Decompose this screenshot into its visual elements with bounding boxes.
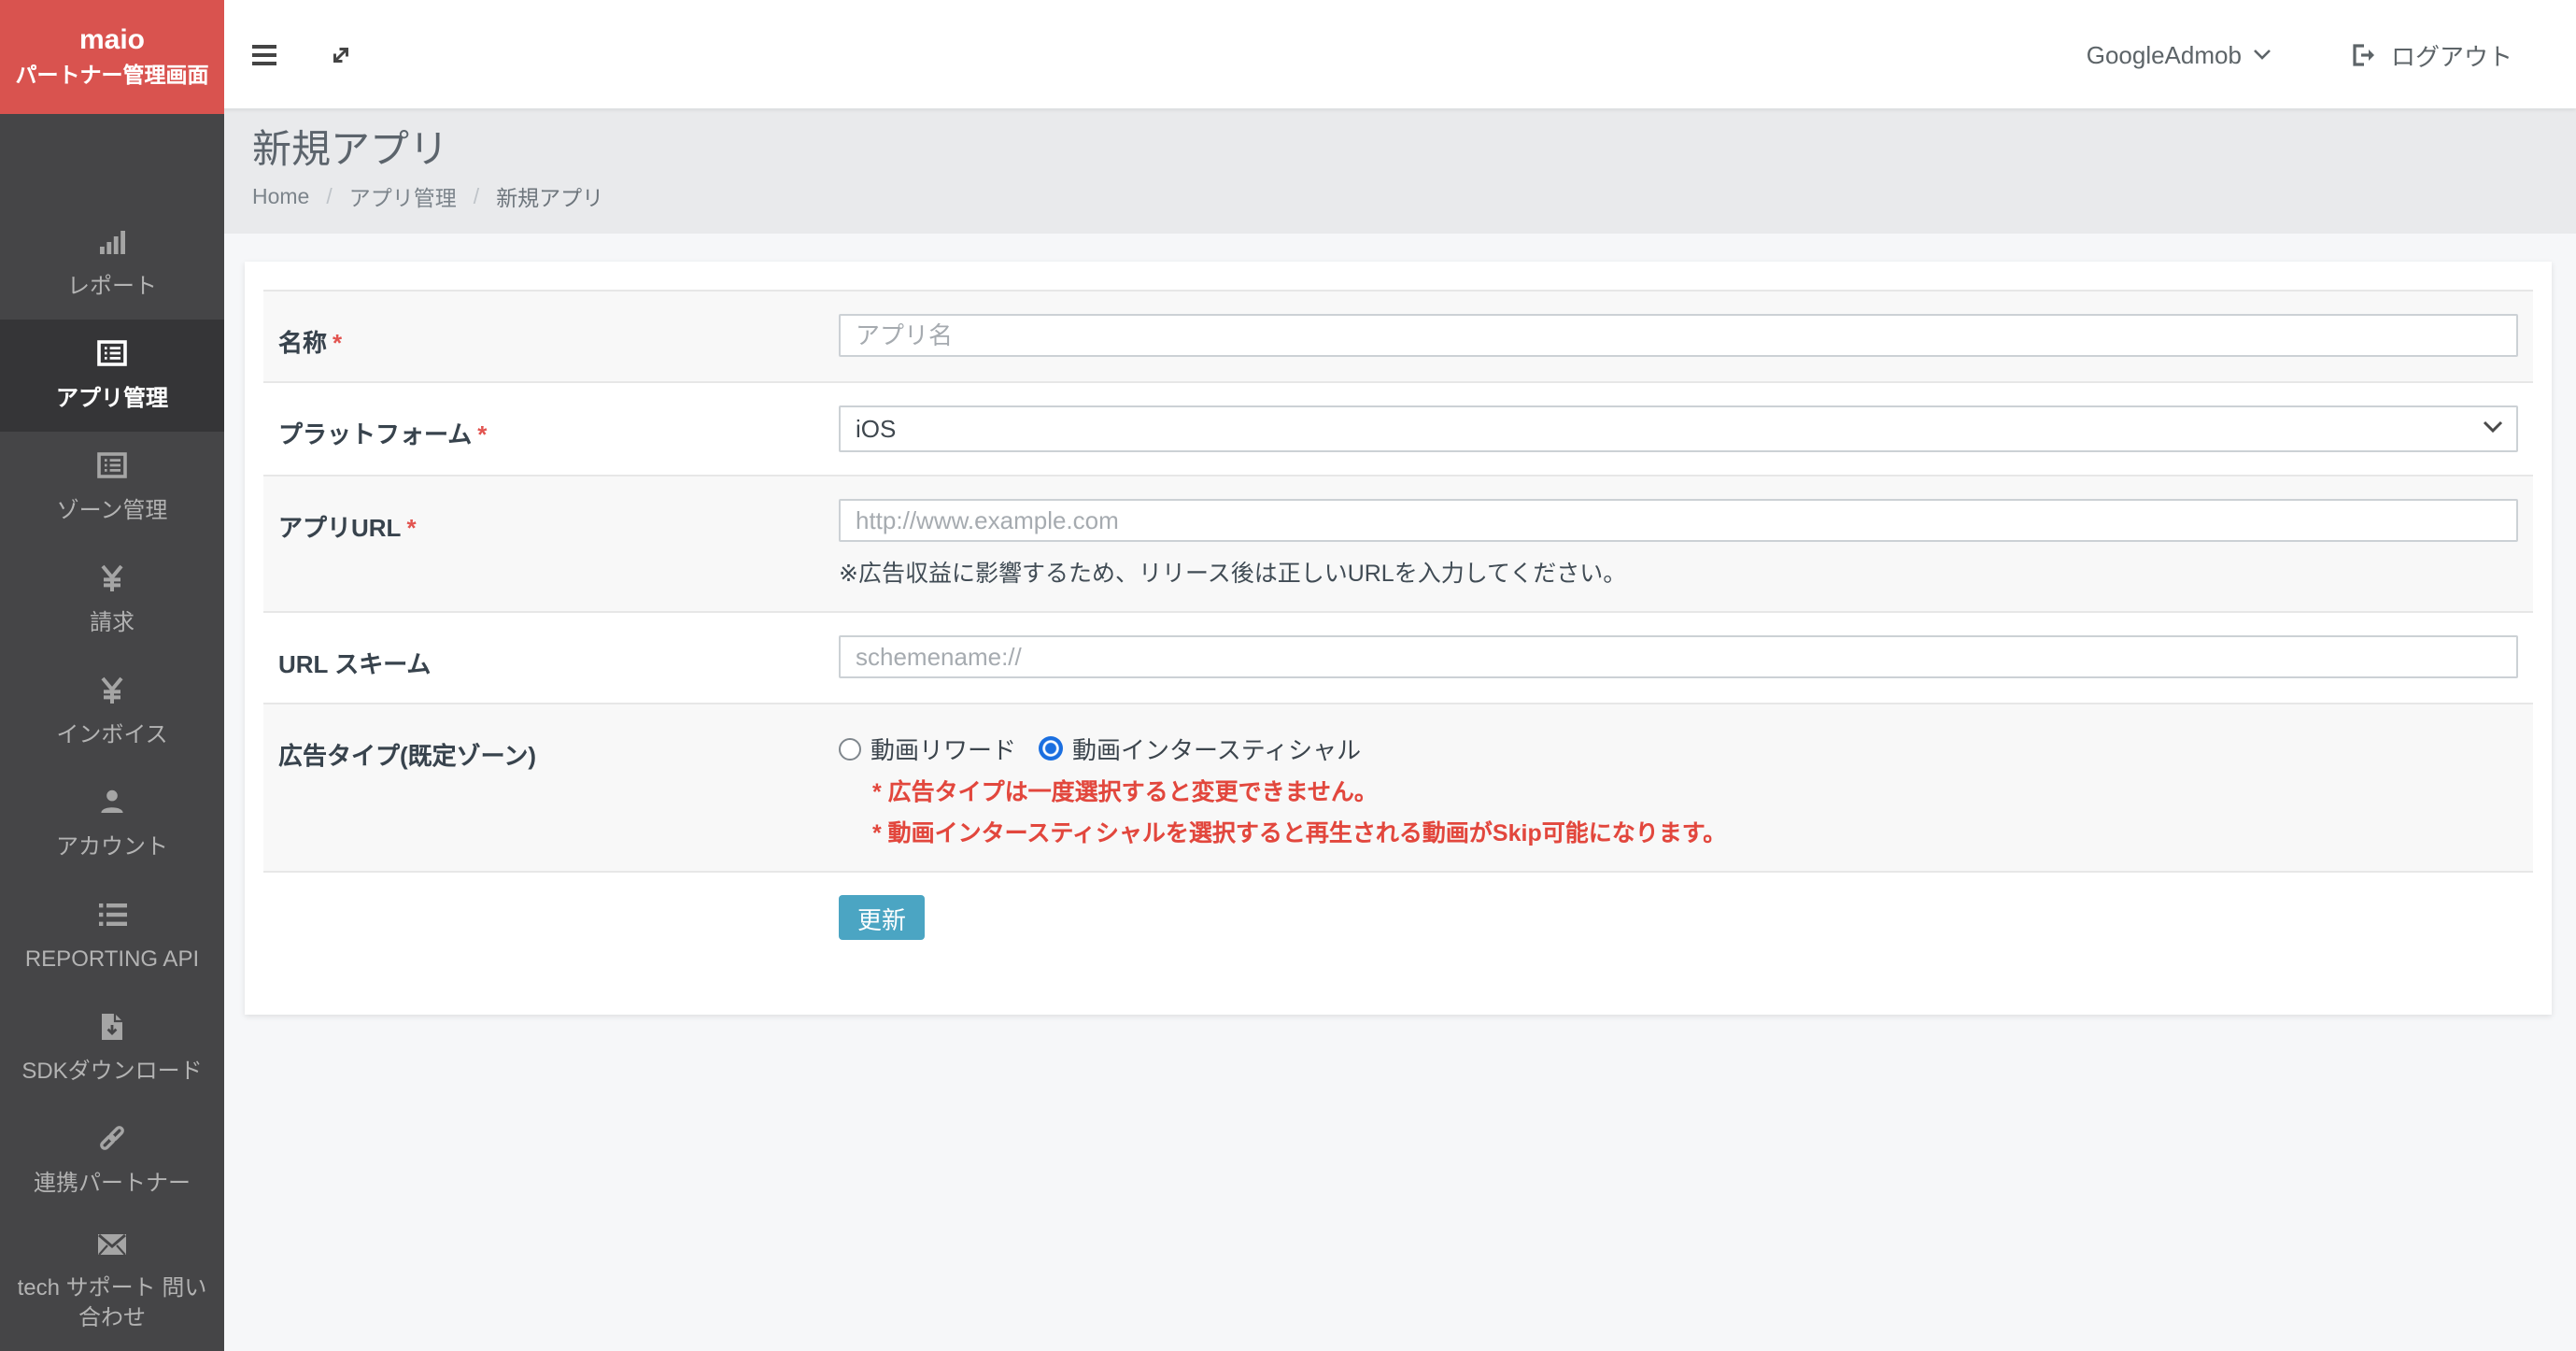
yen-icon (99, 675, 125, 706)
app-root: GoogleAdmob ログアウト maio パートナー管理画面 (0, 0, 2576, 1351)
sidebar-item-label: アカウント (56, 832, 168, 861)
fullscreen-button[interactable] (325, 39, 355, 69)
submit-button[interactable]: 更新 (839, 895, 925, 940)
app-url-field-label: アプリURL (278, 514, 401, 542)
expand-arrows-icon (328, 42, 352, 66)
url-scheme-input[interactable] (839, 635, 2518, 678)
radio-option-video-interstitial[interactable]: 動画インタースティシャル (1039, 731, 1361, 766)
radio-label: 動画インタースティシャル (1072, 731, 1361, 766)
form-row-platform: プラットフォーム* iOS (263, 383, 2533, 475)
breadcrumb-app-management-link[interactable]: アプリ管理 (349, 183, 457, 213)
required-asterisk: * (477, 420, 487, 448)
sidebar-item-billing[interactable]: 請求 (0, 544, 224, 656)
form-row-ad-type: 広告タイプ(既定ゾーン) 動画リワード 動画インタースティシャル * 広告タイプ (263, 703, 2533, 873)
top-bar: GoogleAdmob ログアウト (0, 0, 2576, 108)
form-row-url-scheme: URL スキーム (263, 613, 2533, 703)
list-icon (98, 899, 126, 931)
sidebar-item-report[interactable]: レポート (0, 207, 224, 320)
ad-type-radio-group: 動画リワード 動画インタースティシャル (839, 727, 2518, 766)
form-row-submit: 更新 (263, 873, 2533, 940)
sidebar-item-label: 請求 (90, 607, 134, 637)
radio-option-video-reward[interactable]: 動画リワード (839, 731, 1016, 766)
sidebar-item-app-management[interactable]: アプリ管理 (0, 320, 224, 432)
logout-button[interactable]: ログアウト (2350, 36, 2512, 72)
breadcrumb-separator: / (326, 187, 332, 209)
brand-logo[interactable]: maio パートナー管理画面 (0, 0, 224, 114)
sidebar-item-tech-support[interactable]: tech サポート 問い合わせ (0, 1216, 224, 1344)
file-download-icon (101, 1011, 123, 1043)
video-interstitial-radio[interactable] (1039, 736, 1063, 761)
sign-out-icon (2350, 42, 2376, 66)
list-alt-icon (97, 338, 127, 370)
envelope-icon (97, 1228, 127, 1259)
account-dropdown[interactable]: GoogleAdmob (2087, 40, 2272, 68)
chevron-down-icon (2253, 49, 2272, 60)
app-url-input[interactable] (839, 499, 2518, 542)
link-icon (97, 1123, 127, 1155)
app-url-help-text: ※広告収益に影響するため、リリース後は正しいURLを入力してください。 (839, 553, 2518, 589)
sidebar-item-sdk-download[interactable]: SDKダウンロード (0, 992, 224, 1104)
sidebar-item-label: tech サポート 問い合わせ (11, 1273, 213, 1333)
required-asterisk: * (406, 514, 416, 542)
sidebar-item-label: 連携パートナー (34, 1168, 191, 1198)
breadcrumb-current: 新規アプリ (496, 183, 603, 213)
list-alt-icon (97, 450, 127, 482)
content-header: 新規アプリ Home / アプリ管理 / 新規アプリ (224, 108, 2576, 234)
user-icon (99, 787, 125, 818)
logout-label: ログアウト (2391, 36, 2512, 72)
brand-subtitle: パートナー管理画面 (16, 67, 209, 89)
radio-label: 動画リワード (870, 731, 1016, 766)
url-scheme-field-label: URL スキーム (278, 650, 431, 678)
sidebar-item-partners[interactable]: 連携パートナー (0, 1104, 224, 1216)
sidebar-item-invoice[interactable]: インボイス (0, 656, 224, 768)
sidebar-item-reporting-api[interactable]: REPORTING API (0, 880, 224, 992)
page-title: 新規アプリ (252, 125, 2576, 176)
sidebar-item-label: REPORTING API (25, 944, 199, 974)
account-name: GoogleAdmob (2087, 40, 2242, 68)
sidebar-item-label: レポート (67, 271, 157, 301)
platform-field-label: プラットフォーム (278, 420, 472, 448)
sidebar-item-label: ゾーン管理 (57, 495, 168, 525)
sidebar-item-zone-management[interactable]: ゾーン管理 (0, 432, 224, 544)
platform-select[interactable]: iOS (839, 405, 2518, 452)
sidebar-toggle-button[interactable] (248, 39, 278, 69)
name-field-label: 名称 (278, 329, 327, 357)
sidebar-item-account[interactable]: アカウント (0, 768, 224, 880)
yen-icon (99, 562, 125, 594)
ad-type-field-label: 広告タイプ(既定ゾーン) (278, 742, 536, 770)
breadcrumb: Home / アプリ管理 / 新規アプリ (252, 183, 2576, 213)
sidebar-menu: レポート アプリ管理 ゾーン管理 請求 (0, 207, 224, 1344)
bar-chart-icon (98, 226, 126, 258)
content-area: 新規アプリ Home / アプリ管理 / 新規アプリ 名称* (224, 108, 2576, 1351)
form-row-name: 名称* (263, 290, 2533, 383)
breadcrumb-home-link[interactable]: Home (252, 187, 309, 209)
sidebar-item-label: インボイス (56, 719, 167, 749)
sidebar-item-label: SDKダウンロード (21, 1056, 202, 1086)
video-reward-radio[interactable] (839, 737, 861, 760)
ad-type-warning: * 広告タイプは一度選択すると変更できません。 (872, 772, 2518, 807)
app-name-input[interactable] (839, 314, 2518, 357)
required-asterisk: * (333, 329, 342, 357)
new-app-form-card: 名称* プラットフォーム* iOS (245, 262, 2552, 1015)
brand-name: maio (79, 26, 145, 54)
ad-type-warning: * 動画インタースティシャルを選択すると再生される動画がSkip可能になります。 (872, 813, 2518, 848)
sidebar-item-label: アプリ管理 (56, 383, 168, 413)
form-row-app-url: アプリURL* ※広告収益に影響するため、リリース後は正しいURLを入力してくだ… (263, 475, 2533, 613)
sidebar: レポート アプリ管理 ゾーン管理 請求 (0, 108, 224, 1351)
breadcrumb-separator: / (474, 187, 479, 209)
hamburger-icon (251, 44, 276, 64)
